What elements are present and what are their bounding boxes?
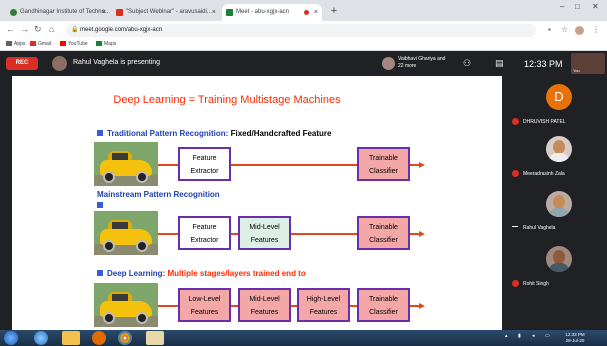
trainable-classifier-box: Trainable Classifier bbox=[357, 147, 410, 181]
gmail-icon bbox=[30, 41, 36, 46]
low-level-features-box: Low-Level Features bbox=[178, 288, 231, 322]
participant-avatar bbox=[546, 246, 572, 272]
maximize-icon[interactable]: □ bbox=[575, 2, 580, 11]
network-icon[interactable]: ▮ bbox=[518, 333, 521, 339]
tray-arrow-icon[interactable]: ▴ bbox=[505, 333, 508, 339]
maps-icon bbox=[96, 41, 102, 46]
flow-arrow bbox=[231, 164, 358, 166]
tab-gandhinagar[interactable]: Gandhinagar Institute of Techno... × bbox=[6, 4, 110, 21]
file-explorer-icon[interactable] bbox=[62, 331, 80, 345]
reload-icon[interactable]: ↻ bbox=[34, 24, 42, 35]
trainable-classifier-box: Trainable Classifier bbox=[357, 216, 410, 250]
bullet-icon bbox=[97, 270, 103, 276]
mic-off-icon bbox=[512, 170, 519, 177]
address-text: meet.google.com/abu-xgjx-acn bbox=[80, 27, 163, 33]
browser-toolbar: ← → ↻ ⌂ 🔒 meet.google.com/abu-xgjx-acn ▪… bbox=[0, 21, 607, 40]
volume-icon[interactable]: ◂ bbox=[532, 333, 535, 339]
meet-icon bbox=[226, 9, 233, 16]
taskbar-clock[interactable]: 12:33 PM 28-Jul-20 bbox=[560, 332, 590, 344]
trainable-classifier-box: Trainable Classifier bbox=[357, 288, 410, 322]
recording-dot-icon bbox=[304, 10, 309, 15]
youtube-icon bbox=[60, 41, 66, 46]
camera-icon[interactable]: ▪ bbox=[548, 25, 551, 34]
tab-label: Meet - abu-xgjx-acn bbox=[236, 9, 290, 15]
bookmark-youtube[interactable]: YouTube bbox=[60, 41, 88, 47]
participants-summary[interactable]: Vaibhavi Ghariya and 22 more bbox=[398, 56, 446, 70]
participant-name: Rahul Vaghela bbox=[512, 225, 555, 231]
forward-icon[interactable]: → bbox=[20, 24, 29, 34]
section-heading-traditional: Traditional Pattern Recognition: Fixed/H… bbox=[97, 129, 332, 138]
car-image bbox=[94, 211, 158, 255]
star-icon[interactable]: ☆ bbox=[561, 25, 568, 34]
bookmark-gmail[interactable]: Gmail bbox=[30, 41, 51, 47]
participant-name: DHRUVISH PATEL bbox=[512, 118, 566, 125]
high-level-features-box: High-Level Features bbox=[297, 288, 350, 322]
bullet-icon bbox=[97, 130, 103, 136]
mid-level-features-box: Mid-Level Features bbox=[238, 288, 291, 322]
profile-avatar[interactable] bbox=[575, 26, 584, 35]
arrowhead-icon bbox=[419, 231, 425, 237]
chrome-icon[interactable] bbox=[118, 331, 132, 345]
close-icon[interactable]: × bbox=[212, 4, 216, 21]
close-window-icon[interactable]: ✕ bbox=[592, 2, 599, 11]
people-icon[interactable]: ⚇ bbox=[463, 58, 471, 69]
participant-avatar bbox=[382, 57, 395, 70]
self-view-tile[interactable]: You bbox=[571, 53, 605, 74]
slide-title: Deep Learning = Training Multistage Mach… bbox=[113, 94, 341, 106]
meet-top-bar: REC Rahul Vaghela is presenting Vaibhavi… bbox=[0, 51, 607, 76]
tab-strip: Gandhinagar Institute of Techno... × "Su… bbox=[0, 0, 607, 21]
menu-icon[interactable]: ⋮ bbox=[592, 25, 600, 34]
tab-webinar[interactable]: "Subject Webinar" - aravusaidi... × bbox=[112, 4, 220, 21]
audio-level-icon bbox=[512, 226, 518, 227]
home-icon[interactable]: ⌂ bbox=[49, 24, 54, 34]
arrowhead-icon bbox=[419, 303, 425, 309]
feature-extractor-box: Feature Extractor bbox=[178, 216, 231, 250]
chat-icon[interactable]: ▤ bbox=[495, 58, 504, 69]
bullet-icon bbox=[97, 201, 107, 210]
arrowhead-icon bbox=[419, 162, 425, 168]
tab-label: Gandhinagar Institute of Techno... bbox=[20, 9, 110, 15]
mic-off-icon bbox=[512, 118, 519, 125]
participant-avatar bbox=[546, 191, 572, 217]
close-icon[interactable]: × bbox=[102, 4, 106, 21]
self-label: You bbox=[573, 68, 580, 73]
bookmark-apps[interactable]: Apps bbox=[6, 41, 25, 47]
internet-explorer-icon[interactable] bbox=[34, 331, 48, 345]
start-button[interactable] bbox=[4, 331, 18, 345]
participant-avatar bbox=[546, 136, 572, 162]
lock-icon: 🔒 bbox=[71, 27, 79, 33]
address-bar[interactable]: 🔒 meet.google.com/abu-xgjx-acn bbox=[66, 24, 536, 37]
apps-icon bbox=[6, 41, 12, 46]
presenting-text: Rahul Vaghela is presenting bbox=[73, 59, 161, 66]
tab-meet[interactable]: Meet - abu-xgjx-acn × bbox=[222, 4, 322, 21]
media-player-icon[interactable] bbox=[92, 331, 106, 345]
folder-icon[interactable] bbox=[146, 331, 164, 345]
bookmarks-bar: Apps Gmail YouTube Maps bbox=[0, 40, 607, 51]
mic-off-icon bbox=[512, 280, 519, 287]
feature-extractor-box: Feature Extractor bbox=[178, 147, 231, 181]
flow-arrow bbox=[291, 233, 358, 235]
minimize-icon[interactable]: – bbox=[560, 2, 564, 11]
participant-name: Meeradrasinh Zala bbox=[512, 170, 565, 177]
section-heading-mainstream: Mainstream Pattern Recognition bbox=[97, 190, 220, 199]
windows-taskbar: ▴ ▮ ◂ ▭ 12:33 PM 28-Jul-20 bbox=[0, 330, 607, 346]
battery-icon[interactable]: ▭ bbox=[545, 333, 550, 339]
participant-avatar: D bbox=[546, 84, 572, 110]
site-favicon-icon bbox=[10, 9, 17, 16]
section-heading-deep-learning: Deep Learning: Multiple stages/layers tr… bbox=[97, 269, 306, 278]
presenter-avatar bbox=[52, 56, 67, 71]
bookmark-maps[interactable]: Maps bbox=[96, 41, 116, 47]
mid-level-features-box: Mid-Level Features bbox=[238, 216, 291, 250]
close-icon[interactable]: × bbox=[314, 4, 318, 21]
back-icon[interactable]: ← bbox=[6, 24, 15, 34]
presented-slide: Deep Learning = Training Multistage Mach… bbox=[12, 76, 502, 330]
meeting-clock: 12:33 PM bbox=[524, 59, 563, 69]
tab-label: "Subject Webinar" - aravusaidi... bbox=[126, 9, 212, 15]
car-image bbox=[94, 142, 158, 186]
recording-badge: REC bbox=[6, 57, 38, 70]
car-image bbox=[94, 283, 158, 327]
participant-name: Rohit Singh bbox=[512, 280, 549, 287]
gmail-icon bbox=[116, 9, 123, 16]
new-tab-button[interactable]: + bbox=[327, 5, 341, 19]
